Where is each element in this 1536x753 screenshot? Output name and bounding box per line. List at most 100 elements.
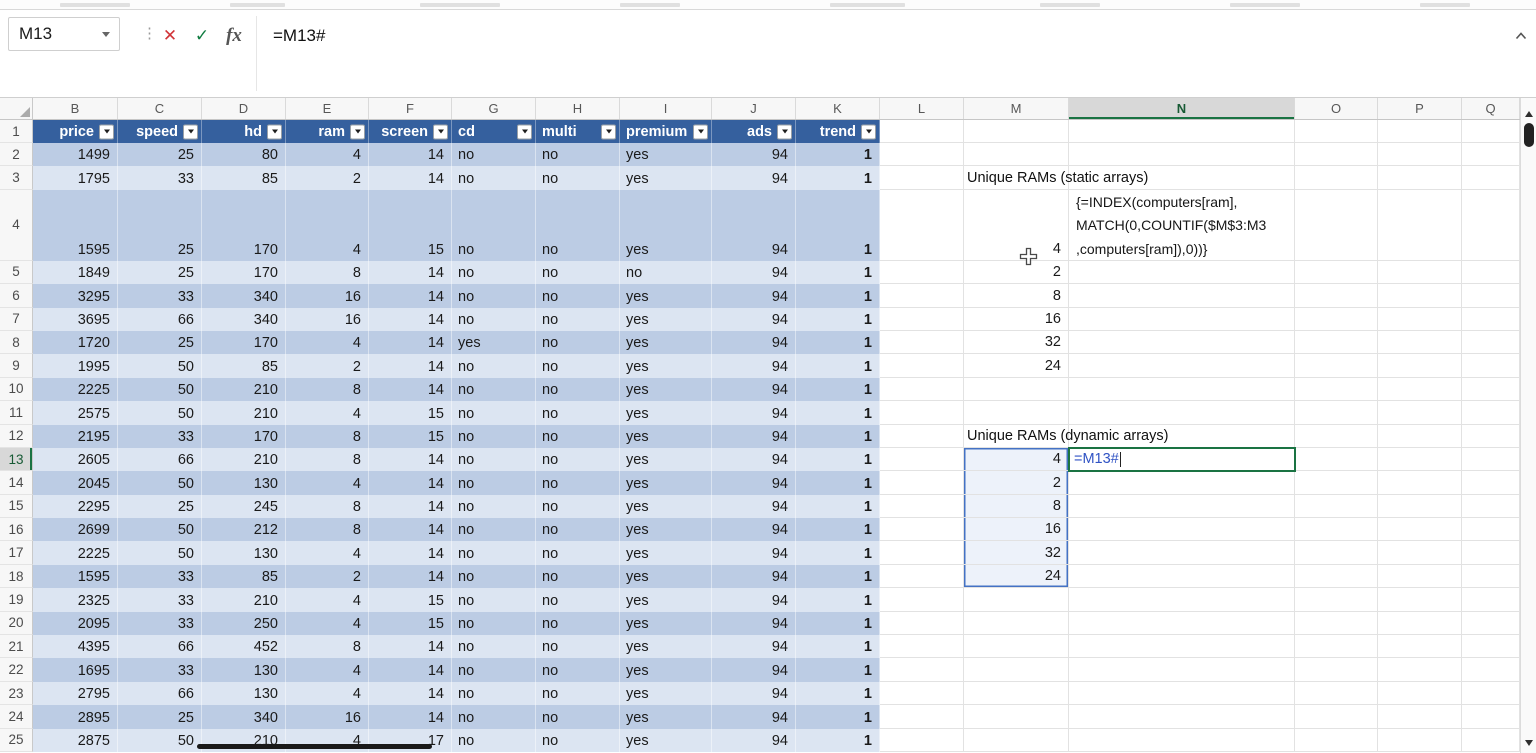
cell-P13[interactable] xyxy=(1378,448,1462,471)
cell-N18[interactable] xyxy=(1069,565,1295,588)
cell-H4[interactable]: no xyxy=(536,190,620,261)
cell-L17[interactable] xyxy=(880,541,964,564)
cell-M13[interactable]: 4 xyxy=(964,448,1069,471)
cell-D4[interactable]: 170 xyxy=(202,190,286,261)
cell-H22[interactable]: no xyxy=(536,658,620,681)
cell-J5[interactable]: 94 xyxy=(712,261,796,284)
cell-G11[interactable]: no xyxy=(452,401,536,424)
cell-F2[interactable]: 14 xyxy=(369,143,452,166)
column-header-F[interactable]: F xyxy=(369,98,452,119)
filter-button-ram[interactable] xyxy=(350,124,365,139)
cell-I14[interactable]: yes xyxy=(620,471,712,494)
cell-D16[interactable]: 212 xyxy=(202,518,286,541)
cell-Q17[interactable] xyxy=(1462,541,1520,564)
cell-F18[interactable]: 14 xyxy=(369,565,452,588)
row-header-12[interactable]: 12 xyxy=(0,425,33,448)
cell-I19[interactable]: yes xyxy=(620,588,712,611)
cell-L16[interactable] xyxy=(880,518,964,541)
cell-I7[interactable]: yes xyxy=(620,308,712,331)
cell-N5[interactable] xyxy=(1069,261,1295,284)
cell-C11[interactable]: 50 xyxy=(118,401,202,424)
cell-G22[interactable]: no xyxy=(452,658,536,681)
cell-M24[interactable] xyxy=(964,705,1069,728)
cell-D15[interactable]: 245 xyxy=(202,495,286,518)
vertical-scrollbar[interactable] xyxy=(1520,98,1536,753)
cell-P6[interactable] xyxy=(1378,284,1462,307)
cell-O1[interactable] xyxy=(1295,120,1378,143)
cell-J9[interactable]: 94 xyxy=(712,354,796,377)
cell-M6[interactable]: 8 xyxy=(964,284,1069,307)
cell-E21[interactable]: 8 xyxy=(286,635,369,658)
cell-N17[interactable] xyxy=(1069,541,1295,564)
cell-G25[interactable]: no xyxy=(452,729,536,752)
cell-O14[interactable] xyxy=(1295,471,1378,494)
cancel-button[interactable]: ✕ xyxy=(156,22,184,50)
cell-F11[interactable]: 15 xyxy=(369,401,452,424)
cell-O6[interactable] xyxy=(1295,284,1378,307)
cell-N7[interactable] xyxy=(1069,308,1295,331)
cell-H23[interactable]: no xyxy=(536,682,620,705)
cell-J18[interactable]: 94 xyxy=(712,565,796,588)
cell-E7[interactable]: 16 xyxy=(286,308,369,331)
cell-F13[interactable]: 14 xyxy=(369,448,452,471)
cell-P8[interactable] xyxy=(1378,331,1462,354)
cell-Q2[interactable] xyxy=(1462,143,1520,166)
cell-K15[interactable]: 1 xyxy=(796,495,880,518)
cell-G5[interactable]: no xyxy=(452,261,536,284)
cell-K25[interactable]: 1 xyxy=(796,729,880,752)
cell-G16[interactable]: no xyxy=(452,518,536,541)
cell-B10[interactable]: 2225 xyxy=(33,378,118,401)
cell-P23[interactable] xyxy=(1378,682,1462,705)
cell-N25[interactable] xyxy=(1069,729,1295,752)
cell-Q13[interactable] xyxy=(1462,448,1520,471)
cell-B15[interactable]: 2295 xyxy=(33,495,118,518)
cell-K8[interactable]: 1 xyxy=(796,331,880,354)
cell-P16[interactable] xyxy=(1378,518,1462,541)
vertical-scrollbar-thumb[interactable] xyxy=(1524,123,1534,147)
cell-O19[interactable] xyxy=(1295,588,1378,611)
cell-D22[interactable]: 130 xyxy=(202,658,286,681)
cell-M21[interactable] xyxy=(964,635,1069,658)
scroll-up-button[interactable] xyxy=(1521,111,1536,117)
cell-M18[interactable]: 24 xyxy=(964,565,1069,588)
cell-K14[interactable]: 1 xyxy=(796,471,880,494)
cell-Q9[interactable] xyxy=(1462,354,1520,377)
cell-B17[interactable]: 2225 xyxy=(33,541,118,564)
cell-H18[interactable]: no xyxy=(536,565,620,588)
cell-I12[interactable]: yes xyxy=(620,425,712,448)
cell-G15[interactable]: no xyxy=(452,495,536,518)
cell-P24[interactable] xyxy=(1378,705,1462,728)
cell-K17[interactable]: 1 xyxy=(796,541,880,564)
cell-H7[interactable]: no xyxy=(536,308,620,331)
cell-B20[interactable]: 2095 xyxy=(33,612,118,635)
cell-P25[interactable] xyxy=(1378,729,1462,752)
cell-E23[interactable]: 4 xyxy=(286,682,369,705)
cell-I11[interactable]: yes xyxy=(620,401,712,424)
cell-O25[interactable] xyxy=(1295,729,1378,752)
cell-D2[interactable]: 80 xyxy=(202,143,286,166)
cell-G17[interactable]: no xyxy=(452,541,536,564)
cell-G4[interactable]: no xyxy=(452,190,536,261)
cell-M10[interactable] xyxy=(964,378,1069,401)
cell-G14[interactable]: no xyxy=(452,471,536,494)
cell-L25[interactable] xyxy=(880,729,964,752)
cell-B22[interactable]: 1695 xyxy=(33,658,118,681)
cell-D9[interactable]: 85 xyxy=(202,354,286,377)
cell-J3[interactable]: 94 xyxy=(712,166,796,189)
cell-Q22[interactable] xyxy=(1462,658,1520,681)
cell-N20[interactable] xyxy=(1069,612,1295,635)
cell-K4[interactable]: 1 xyxy=(796,190,880,261)
cell-D3[interactable]: 85 xyxy=(202,166,286,189)
cell-P2[interactable] xyxy=(1378,143,1462,166)
cell-N19[interactable] xyxy=(1069,588,1295,611)
cell-K21[interactable]: 1 xyxy=(796,635,880,658)
cell-C22[interactable]: 33 xyxy=(118,658,202,681)
cell-K16[interactable]: 1 xyxy=(796,518,880,541)
cell-J13[interactable]: 94 xyxy=(712,448,796,471)
filter-button-premium[interactable] xyxy=(693,124,708,139)
filter-button-hd[interactable] xyxy=(267,124,282,139)
cell-I8[interactable]: yes xyxy=(620,331,712,354)
cell-O13[interactable] xyxy=(1295,448,1378,471)
cell-I10[interactable]: yes xyxy=(620,378,712,401)
cell-K13[interactable]: 1 xyxy=(796,448,880,471)
